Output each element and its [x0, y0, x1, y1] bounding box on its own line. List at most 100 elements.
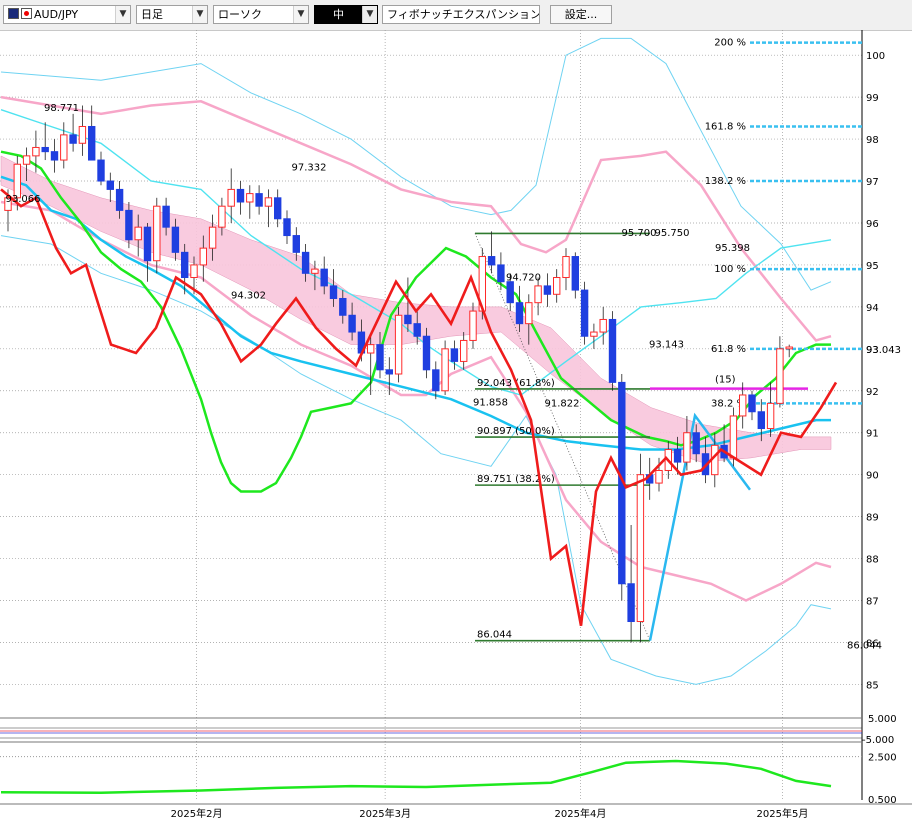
sub-panel-1: 5.000 -5.000	[0, 714, 897, 746]
candle-up	[785, 346, 793, 350]
candle-down	[487, 256, 496, 266]
toolbar: AUD/JPY ▼ 日足 ▼ ローソク ▼ 中 ▼ フィボナッチエクスパンション…	[0, 0, 912, 31]
candle-up	[599, 318, 607, 333]
jpy-flag-icon	[21, 8, 32, 19]
price-tick: 100	[866, 51, 885, 62]
price-tick: 97	[866, 177, 879, 188]
candle-down	[69, 134, 77, 144]
candle-up	[590, 331, 598, 337]
candle-down	[673, 449, 682, 463]
candle-up	[776, 348, 784, 404]
candle-up	[367, 344, 375, 354]
chart-area[interactable]: 86.04489.751 (38.2%)90.897 (50.0%)92.043…	[0, 30, 912, 822]
candle-up	[134, 226, 142, 241]
candle-down	[274, 197, 282, 220]
date-label: 2025年2月	[171, 807, 223, 820]
candle-up	[739, 394, 747, 417]
candle-down	[50, 151, 59, 161]
chevron-down-icon: ▼	[115, 6, 130, 23]
date-label: 2025年3月	[359, 807, 411, 820]
candle-up	[311, 268, 319, 274]
price-label: 93.066	[6, 194, 41, 205]
candle-up	[218, 205, 226, 228]
candle-up	[22, 155, 31, 165]
candle-up	[525, 302, 533, 325]
candle-up	[655, 469, 663, 484]
sub1-tick: -5.000	[862, 735, 894, 746]
candle-down	[543, 285, 552, 295]
settings-button[interactable]: 設定...	[550, 5, 612, 24]
candle-up	[13, 163, 22, 199]
candle-down	[320, 268, 328, 287]
price-tick: 87	[866, 597, 879, 608]
sub1-tick: 5.000	[868, 714, 897, 725]
fib-retracement-label: 89.751 (38.2%)	[477, 474, 555, 485]
candle-down	[748, 394, 756, 413]
candle-up	[534, 285, 542, 304]
price-tick: 95	[866, 261, 879, 272]
price-label: 95.398	[715, 243, 750, 254]
candle-down	[432, 369, 440, 392]
grid	[0, 30, 863, 800]
price-label: 95.700	[622, 228, 657, 239]
candle-down	[450, 348, 459, 362]
candle-down	[106, 180, 114, 190]
fib-expansion-label: 161.8 %	[705, 121, 746, 132]
candle-down	[348, 314, 356, 333]
candle-down	[162, 205, 170, 228]
sub-panel-2: 2.5000.500	[0, 741, 897, 806]
candle-up	[199, 247, 208, 266]
chart-style-label: ローソク	[218, 8, 262, 21]
candle-up	[78, 125, 87, 144]
price-label: 95.750	[655, 228, 690, 239]
candle-down	[125, 209, 133, 241]
price-tick: 98	[866, 135, 879, 146]
candle-down	[580, 289, 589, 337]
candle-up	[153, 205, 161, 262]
fib-expansion-label: 61.8 %	[711, 344, 746, 355]
price-tick: 86	[866, 638, 879, 649]
indicator-field[interactable]: フィボナッチエクスパンション	[382, 5, 540, 24]
bb-lower-line	[0, 200, 832, 602]
candle-down	[376, 344, 384, 371]
candle-up	[32, 146, 40, 157]
price-tick: 94	[866, 303, 879, 314]
symbol-select[interactable]: AUD/JPY ▼	[3, 5, 131, 24]
price-label: 97.332	[292, 162, 327, 173]
aud-flag-icon	[8, 8, 19, 19]
candle-down	[627, 583, 635, 623]
price-label: 94.720	[506, 273, 541, 284]
candle-up	[562, 256, 570, 279]
candle-up	[460, 339, 468, 362]
price-label: 91.822	[545, 399, 580, 410]
magenta-level-label: (15)	[715, 375, 736, 386]
candle-down	[515, 302, 524, 325]
price-tick: 89	[866, 513, 879, 524]
timeframe-select[interactable]: 日足 ▼	[136, 5, 208, 24]
chart-style-select[interactable]: ローソク ▼	[213, 5, 309, 24]
price-label: 98.771	[44, 103, 79, 114]
candle-down	[236, 188, 245, 203]
timeframe-label: 日足	[141, 8, 163, 21]
candle-down	[608, 318, 617, 383]
sub2-line	[0, 759, 832, 794]
price-label: 91.858	[473, 397, 508, 408]
candle-down	[97, 159, 105, 182]
price-tick: 88	[866, 555, 879, 566]
candle-up	[766, 402, 775, 430]
candle-down	[385, 369, 394, 375]
chevron-down-icon: ▼	[192, 6, 207, 23]
candle-down	[329, 285, 338, 299]
candle-down	[757, 411, 765, 430]
candle-down	[41, 146, 49, 153]
time-axis: 2025年2月 2025年3月 2025年4月 2025年5月	[0, 803, 912, 820]
candle-down	[497, 264, 505, 283]
candle-up	[394, 314, 403, 375]
candle-down	[283, 218, 291, 237]
fib-expansion-label: 200 %	[714, 38, 746, 49]
candle-down	[171, 226, 180, 253]
size-select[interactable]: 中 ▼	[314, 5, 378, 24]
date-label: 2025年5月	[757, 807, 809, 820]
price-tick: 85	[866, 680, 879, 691]
candle-up	[208, 226, 217, 249]
